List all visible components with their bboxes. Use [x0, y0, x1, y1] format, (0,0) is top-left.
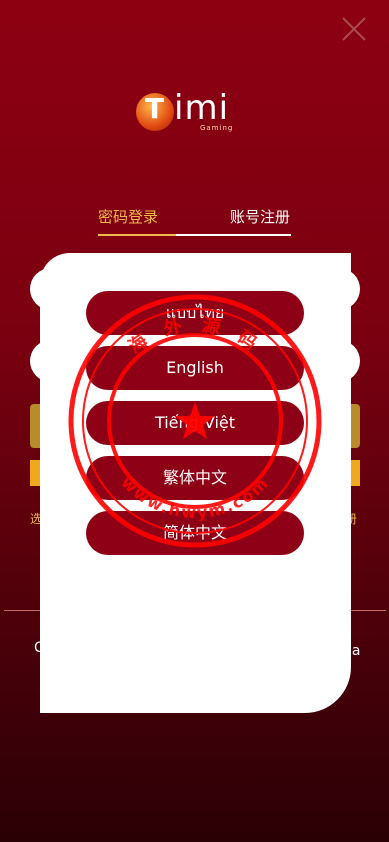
auth-tabs: 密码登录 账号注册 — [98, 206, 298, 236]
language-option-english[interactable]: English — [86, 346, 304, 390]
tab-password-login[interactable]: 密码登录 — [98, 206, 158, 227]
timi-logo: T imi Gaming — [136, 88, 252, 136]
language-option-vietnamese[interactable]: Tiếng Việt — [86, 401, 304, 445]
language-option-traditional-chinese[interactable]: 繁体中文 — [86, 456, 304, 500]
tab-underline — [98, 234, 291, 236]
logo-sub: Gaming — [200, 124, 234, 132]
close-icon — [342, 17, 366, 41]
close-button[interactable] — [339, 14, 369, 44]
language-option-thai[interactable]: แบบไทย — [86, 291, 304, 335]
language-option-simplified-chinese[interactable]: 简体中文 — [86, 511, 304, 555]
tab-register[interactable]: 账号注册 — [230, 206, 290, 227]
